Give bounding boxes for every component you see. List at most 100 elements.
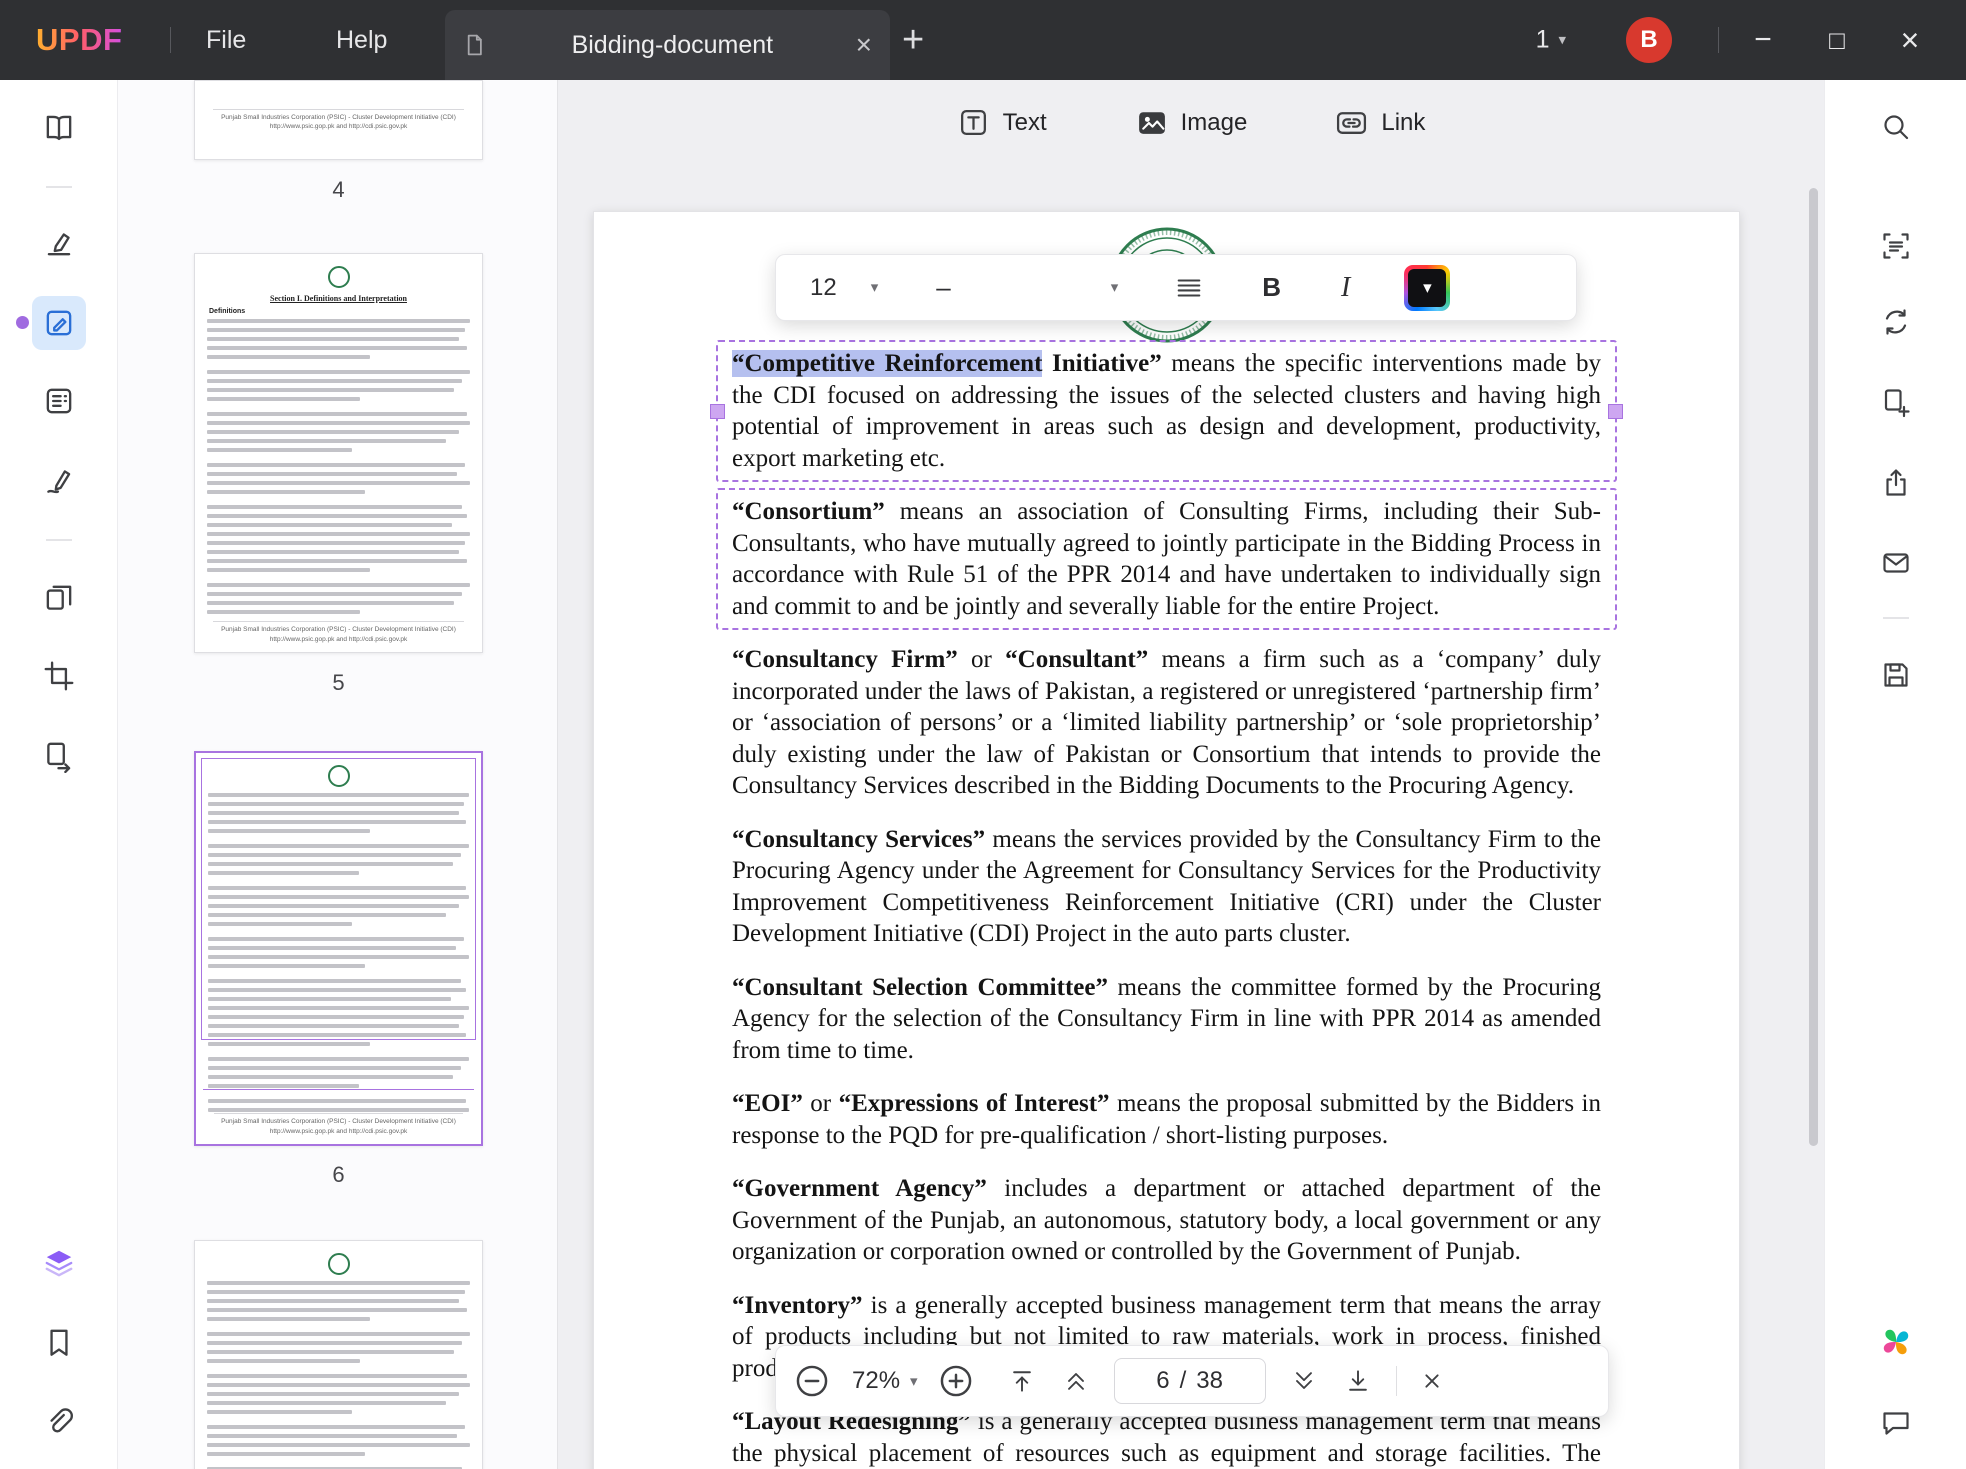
tab-count-dropdown[interactable]: 1 ▾ xyxy=(1536,26,1566,55)
page-number-field[interactable]: 6 / 38 xyxy=(1113,1358,1266,1404)
thumbnail-text-line xyxy=(207,610,360,614)
crest-mini-icon xyxy=(327,266,350,288)
image-tool-label: Image xyxy=(1180,108,1248,136)
comment-markup-button[interactable] xyxy=(32,216,86,270)
thumbnail-text-line xyxy=(207,592,463,596)
share-button[interactable] xyxy=(1869,456,1923,510)
font-family-dropdown[interactable]: – ▾ xyxy=(936,272,1118,303)
last-page-button[interactable] xyxy=(1344,1367,1372,1395)
convert-button[interactable] xyxy=(1869,295,1923,349)
font-size-dropdown[interactable]: 12 ▾ xyxy=(810,274,878,302)
right-tool-rail xyxy=(1824,80,1966,1469)
thumbnail-text-line xyxy=(207,1383,470,1387)
zoom-in-button[interactable] xyxy=(938,1363,974,1399)
chevron-down-icon[interactable]: ▾ xyxy=(910,1374,918,1389)
document-paragraph[interactable]: “Consortium” means an association of Con… xyxy=(716,488,1617,630)
page-thumbnail-7[interactable] xyxy=(194,1240,483,1469)
close-toolbar-button[interactable] xyxy=(1419,1368,1445,1394)
layers-icon xyxy=(45,1250,72,1277)
thumbnail-text-line xyxy=(208,922,352,926)
extract-pages-button[interactable] xyxy=(32,729,86,783)
page-thumbnail-5[interactable]: Section I. Definitions and Interpretatio… xyxy=(194,253,483,653)
document-paragraph[interactable]: “Government Agency” includes a departmen… xyxy=(732,1173,1601,1268)
signature-icon xyxy=(46,489,59,494)
text-tool-button[interactable]: Text xyxy=(957,106,1047,139)
edit-pdf-button[interactable] xyxy=(31,296,86,350)
chevron-down-icon: ▾ xyxy=(1423,278,1432,297)
save-button[interactable] xyxy=(1869,648,1923,702)
user-avatar[interactable]: B xyxy=(1626,17,1672,63)
forms-button[interactable] xyxy=(32,374,86,428)
new-tab-button[interactable]: + xyxy=(902,21,924,59)
align-justify-button[interactable] xyxy=(1174,273,1204,303)
organize-pages-button[interactable] xyxy=(32,571,86,625)
minimize-button[interactable]: − xyxy=(1739,16,1787,64)
ai-assistant-button[interactable] xyxy=(1869,1315,1923,1369)
zoom-level-value[interactable]: 72% xyxy=(852,1367,900,1395)
page-thumbnail-4[interactable]: Punjab Small Industries Corporation (PSI… xyxy=(194,80,483,160)
document-paragraph[interactable]: “Competitive Reinforcement Initiative” m… xyxy=(710,340,1623,482)
tab-count: 1 xyxy=(1535,25,1550,54)
document-paragraph[interactable]: “Consultancy Services” means the service… xyxy=(732,824,1601,950)
bookmark-button[interactable] xyxy=(32,1316,86,1370)
first-page-button[interactable] xyxy=(1008,1367,1036,1395)
vertical-scrollbar[interactable] xyxy=(1809,188,1818,1146)
menu-file[interactable]: File xyxy=(192,0,260,80)
thumbnail-text-line xyxy=(208,1006,469,1010)
thumbnail-text-line xyxy=(207,472,457,476)
attachment-button[interactable] xyxy=(32,1396,86,1450)
thumbnail-text-line xyxy=(208,1042,370,1046)
crop-button[interactable] xyxy=(32,649,86,703)
thumbnail-text-line xyxy=(207,319,470,323)
document-paragraph[interactable]: “Consultancy Firm” or “Consultant” means… xyxy=(732,644,1601,802)
thumbnail-text-line xyxy=(207,523,452,527)
page-number-label: 5 xyxy=(332,670,345,695)
feedback-chat-button[interactable] xyxy=(1869,1396,1923,1450)
thumbnail-text-line xyxy=(208,1075,454,1079)
page-number-label: 6 xyxy=(332,1162,345,1187)
thumbnail-text-line xyxy=(207,1308,468,1312)
reader-mode-button[interactable] xyxy=(32,100,86,154)
email-button[interactable] xyxy=(1869,536,1923,590)
maximize-button[interactable]: □ xyxy=(1813,16,1861,64)
document-paragraph[interactable]: “EOI” or “Expressions of Interest” means… xyxy=(732,1088,1601,1151)
thumbnail-text-line xyxy=(207,1401,447,1405)
edit-mode-toolbar: Text Image Link xyxy=(558,106,1824,139)
thumbnail-text-line xyxy=(208,937,464,941)
thumbnail-text-line xyxy=(207,1434,457,1438)
menu-help[interactable]: Help xyxy=(322,0,401,80)
rail-divider xyxy=(45,186,72,188)
page-number-label: 4 xyxy=(332,177,345,202)
font-color-picker[interactable]: ▾ xyxy=(1404,264,1451,311)
image-icon xyxy=(1138,112,1165,134)
ai-flower-icon xyxy=(1883,1329,1908,1355)
tab-close-button[interactable]: × xyxy=(856,31,872,59)
previous-page-button[interactable] xyxy=(1062,1367,1090,1395)
ocr-button[interactable] xyxy=(1869,219,1923,273)
thumbnail-text-line xyxy=(207,1359,360,1363)
page-thumbnail-6-selected[interactable]: Punjab Small Industries Corporation (PSI… xyxy=(194,751,483,1146)
pdf-page: “Competitive Reinforcement Initiative” m… xyxy=(593,211,1740,1469)
thumb-footer-line1: Punjab Small Industries Corporation (PSI… xyxy=(221,626,456,634)
document-paragraph[interactable]: “Consultant Selection Committee” means t… xyxy=(732,972,1601,1067)
close-button[interactable]: × xyxy=(1886,16,1934,64)
rail-divider xyxy=(1882,617,1909,619)
thumbnail-text-line xyxy=(207,550,460,554)
slideshow-layers-button[interactable] xyxy=(32,1236,86,1290)
thumbnail-text-line xyxy=(207,1392,460,1396)
crest-mini-icon xyxy=(327,765,350,787)
bold-button[interactable]: B xyxy=(1262,272,1281,303)
double-chevron-up-icon xyxy=(1067,1373,1084,1382)
image-tool-button[interactable]: Image xyxy=(1135,106,1248,139)
italic-button[interactable]: I xyxy=(1341,272,1350,304)
search-button[interactable] xyxy=(1869,100,1923,154)
sign-button[interactable] xyxy=(32,454,86,508)
thumbnail-text-line xyxy=(207,388,455,392)
zoom-out-button[interactable] xyxy=(794,1363,830,1399)
insert-page-button[interactable] xyxy=(1869,375,1923,429)
document-tab[interactable]: Bidding-document × xyxy=(445,10,890,80)
thumbnail-text-line xyxy=(208,886,467,890)
link-tool-button[interactable]: Link xyxy=(1335,106,1425,139)
next-page-button[interactable] xyxy=(1290,1367,1318,1395)
thumbnail-text-line xyxy=(208,1066,462,1070)
